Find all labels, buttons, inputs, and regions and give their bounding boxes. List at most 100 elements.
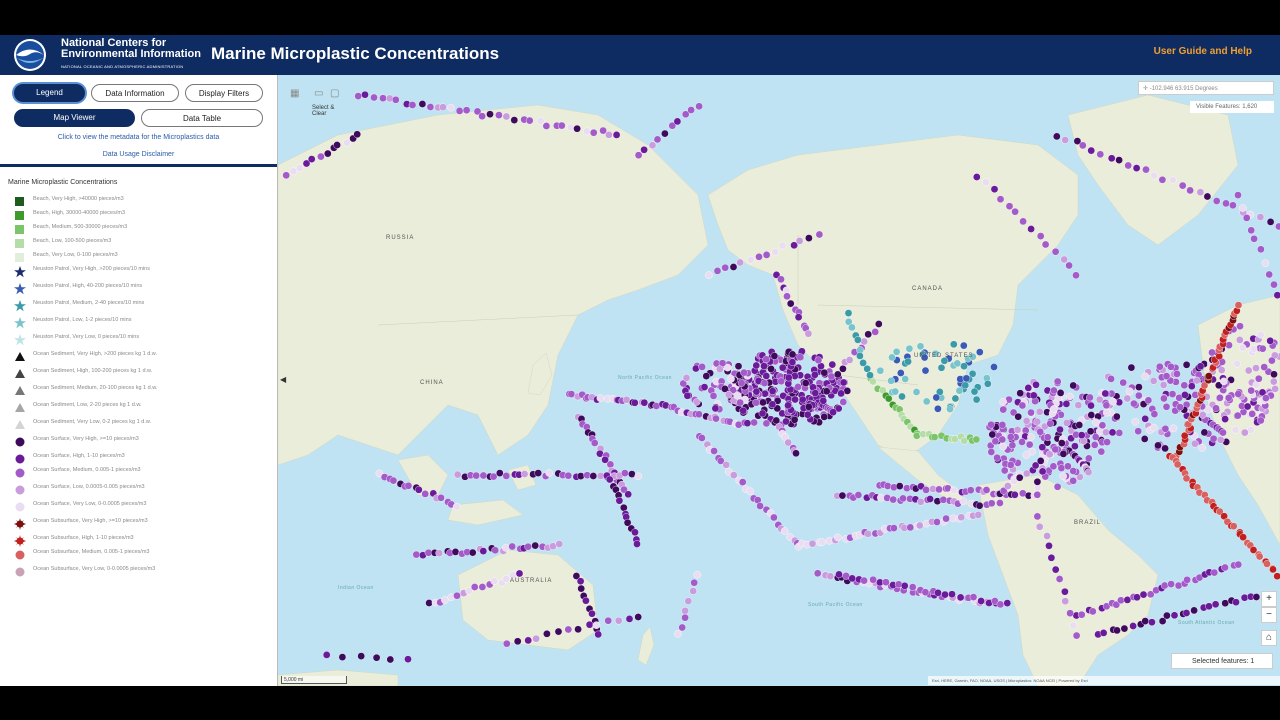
data-point[interactable] <box>472 471 480 480</box>
data-point[interactable] <box>715 365 724 374</box>
data-point[interactable] <box>1221 563 1229 572</box>
data-point[interactable] <box>790 415 799 424</box>
data-point[interactable] <box>589 128 598 137</box>
data-point[interactable] <box>739 406 748 415</box>
data-point[interactable] <box>1257 330 1265 339</box>
data-point[interactable] <box>1101 389 1110 398</box>
data-point[interactable] <box>1098 421 1107 430</box>
selected-features-badge[interactable]: Selected features: 1 <box>1171 653 1273 669</box>
data-point[interactable] <box>972 435 981 444</box>
data-point[interactable] <box>772 416 781 425</box>
data-point[interactable] <box>1160 581 1169 590</box>
data-point[interactable] <box>698 363 706 371</box>
metadata-link[interactable]: Click to view the metadata for the Micro… <box>0 134 277 141</box>
data-point[interactable] <box>962 374 971 383</box>
data-point[interactable] <box>588 609 596 618</box>
data-point[interactable] <box>1260 363 1269 371</box>
data-point[interactable] <box>502 575 510 583</box>
data-point[interactable] <box>478 112 486 121</box>
data-point[interactable] <box>1003 599 1012 607</box>
data-point[interactable] <box>1234 390 1243 398</box>
data-point[interactable] <box>1027 408 1035 417</box>
data-point[interactable] <box>759 398 767 407</box>
data-point[interactable] <box>1049 462 1058 471</box>
data-point[interactable] <box>502 639 511 648</box>
data-point[interactable] <box>1013 425 1022 434</box>
data-point[interactable] <box>1167 362 1175 371</box>
data-point[interactable] <box>1216 393 1224 402</box>
data-point[interactable] <box>1132 164 1141 172</box>
data-point[interactable] <box>854 491 863 499</box>
data-point[interactable] <box>634 472 643 481</box>
data-point[interactable] <box>1266 336 1275 345</box>
data-point[interactable] <box>1061 587 1069 596</box>
data-point[interactable] <box>813 569 822 578</box>
data-point[interactable] <box>1167 580 1175 588</box>
data-point[interactable] <box>998 421 1007 429</box>
data-point[interactable] <box>1103 438 1111 446</box>
data-point[interactable] <box>750 418 758 427</box>
data-point[interactable] <box>1075 421 1084 429</box>
data-point[interactable] <box>534 469 543 477</box>
data-point[interactable] <box>1191 439 1199 448</box>
data-point[interactable] <box>520 470 529 478</box>
data-point[interactable] <box>625 615 634 623</box>
data-point[interactable] <box>956 593 965 602</box>
data-point[interactable] <box>1221 415 1229 423</box>
data-point[interactable] <box>605 131 613 139</box>
data-point[interactable] <box>353 130 361 139</box>
data-point[interactable] <box>777 275 785 284</box>
data-point[interactable] <box>1107 375 1115 383</box>
data-point[interactable] <box>1087 411 1096 419</box>
data-point[interactable] <box>814 356 823 365</box>
data-usage-disclaimer-link[interactable]: Data Usage Disclaimer <box>0 151 277 158</box>
data-point[interactable] <box>1032 380 1040 389</box>
data-point[interactable] <box>462 106 471 115</box>
data-point[interactable] <box>1015 473 1024 482</box>
data-point[interactable] <box>1053 132 1061 141</box>
data-point[interactable] <box>922 486 930 494</box>
data-point[interactable] <box>844 309 853 317</box>
data-point[interactable] <box>489 472 498 481</box>
zoom-in-button[interactable]: + <box>1261 591 1277 607</box>
data-point[interactable] <box>1089 607 1097 616</box>
data-point[interactable] <box>567 390 576 398</box>
data-point[interactable] <box>543 630 551 638</box>
data-point[interactable] <box>1033 512 1042 521</box>
data-point[interactable] <box>794 383 802 391</box>
data-point[interactable] <box>370 93 378 102</box>
data-point[interactable] <box>999 442 1008 451</box>
data-point[interactable] <box>605 475 614 484</box>
data-point[interactable] <box>513 637 522 646</box>
data-point[interactable] <box>1196 362 1205 371</box>
data-point[interactable] <box>786 299 795 308</box>
data-point[interactable] <box>682 374 691 382</box>
data-point[interactable] <box>1141 617 1150 625</box>
data-point[interactable] <box>502 472 511 480</box>
data-point[interactable] <box>594 630 603 639</box>
data-point[interactable] <box>1084 468 1093 477</box>
data-point[interactable] <box>1051 565 1060 574</box>
data-point[interactable] <box>1029 391 1038 400</box>
data-point[interactable] <box>1108 428 1117 437</box>
data-point[interactable] <box>1149 423 1158 432</box>
data-point[interactable] <box>1025 440 1034 449</box>
data-point[interactable] <box>941 590 949 599</box>
data-point[interactable] <box>1148 618 1156 627</box>
data-point[interactable] <box>1262 394 1270 402</box>
data-point[interactable] <box>1134 427 1143 436</box>
data-point[interactable] <box>1188 382 1196 391</box>
data-point[interactable] <box>1250 234 1258 243</box>
data-point[interactable] <box>993 453 1001 462</box>
data-point[interactable] <box>948 590 956 599</box>
data-point[interactable] <box>1240 593 1249 602</box>
data-point[interactable] <box>1061 597 1070 606</box>
map-viewer-button[interactable]: Map Viewer <box>14 109 135 127</box>
data-point[interactable] <box>1056 425 1064 434</box>
data-point[interactable] <box>1210 568 1219 577</box>
data-point[interactable] <box>811 370 819 379</box>
data-point[interactable] <box>532 634 540 643</box>
data-point[interactable] <box>1212 404 1220 413</box>
data-point[interactable] <box>1011 207 1019 216</box>
data-point[interactable] <box>1035 407 1044 416</box>
